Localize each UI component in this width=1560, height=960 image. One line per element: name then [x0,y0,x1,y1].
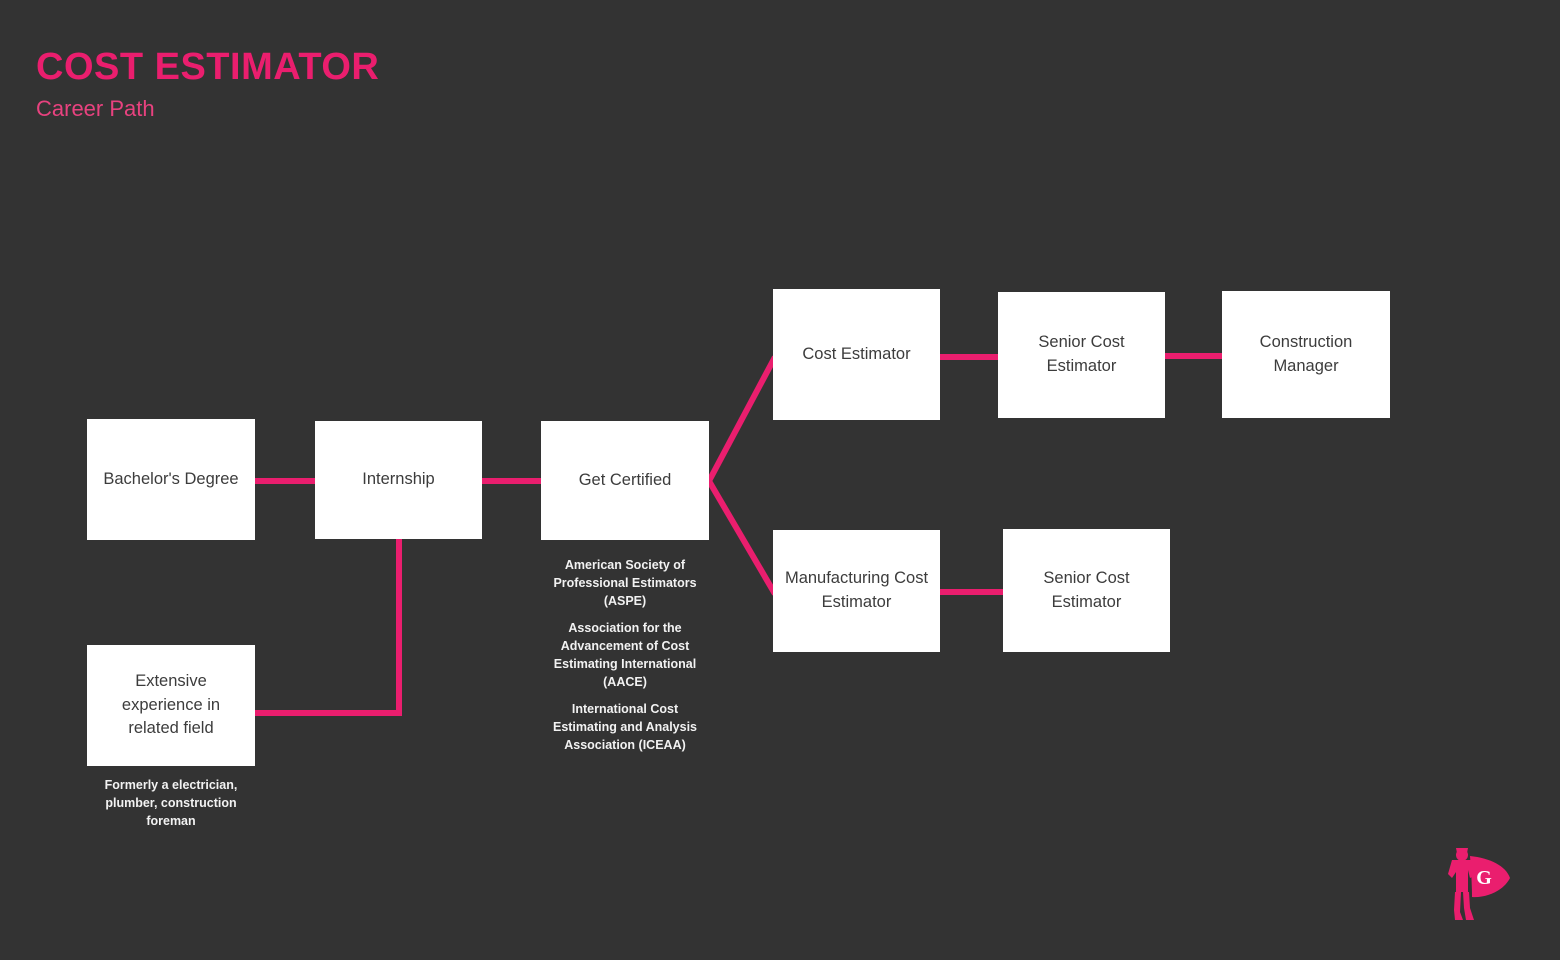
certifications-caption: American Society of Professional Estimat… [541,557,709,755]
node-label: Get Certified [578,470,672,489]
superhero-g-logo: G [1448,848,1510,920]
node-label: Manufacturing Cost Estimator [784,569,929,611]
edge-certified-manufacturing [706,479,778,596]
certification-item: International Cost Estimating and Analys… [552,702,698,752]
node-label: Senior Cost Estimator [1043,568,1130,611]
node-cost-estimator[interactable]: Cost Estimator [773,289,940,420]
node-extensive-experience[interactable]: Extensive experience in related field [87,645,255,766]
node-label: Senior Cost Estimator [1038,333,1125,375]
page-subtitle: Career Path [36,95,155,121]
diagram-canvas: COST ESTIMATOR Career Path Bachelor's De… [0,0,1560,960]
edge-experience-internship [253,537,402,716]
node-label: Internship [362,470,435,489]
node-get-certified[interactable]: Get Certified [541,421,709,540]
node-bachelors-degree[interactable]: Bachelor's Degree [87,419,255,540]
node-label: Construction Manager [1259,332,1353,375]
page-title: COST ESTIMATOR [36,46,380,88]
node-label: Bachelor's Degree [103,469,239,488]
certification-item: Association for the Advancement of Cost … [553,621,697,689]
certification-item: American Society of Professional Estimat… [553,558,697,608]
experience-note-text: Formerly a electrician, plumber, constru… [104,778,238,828]
node-senior-cost-estimator-top[interactable]: Senior Cost Estimator [998,292,1165,418]
node-label: Cost Estimator [802,344,911,363]
header: COST ESTIMATOR Career Path [36,46,736,121]
node-manufacturing-cost-estimator[interactable]: Manufacturing Cost Estimator [773,530,940,652]
node-label: Extensive experience in related field [121,671,221,738]
edge-certified-cost-estimator [706,355,778,483]
logo-letter: G [1476,867,1492,889]
node-internship[interactable]: Internship [315,421,482,539]
node-construction-manager[interactable]: Construction Manager [1222,291,1390,418]
experience-note-caption: Formerly a electrician, plumber, constru… [87,777,255,830]
node-senior-cost-estimator-bottom[interactable]: Senior Cost Estimator [1003,529,1170,652]
